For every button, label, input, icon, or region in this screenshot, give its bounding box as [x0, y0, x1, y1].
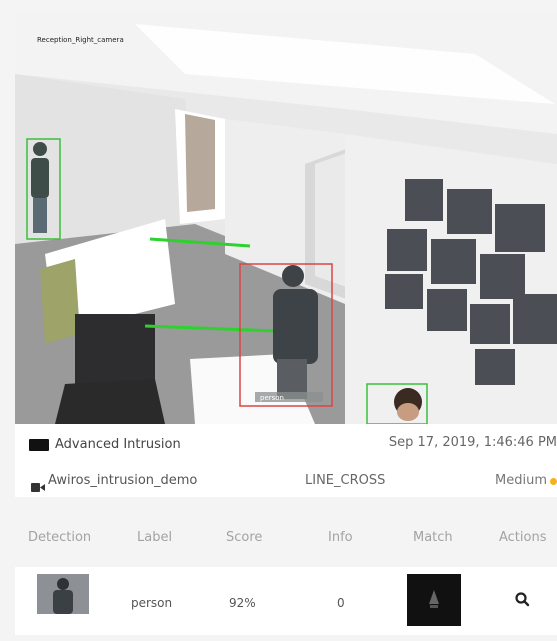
header-detection: Detection: [28, 530, 92, 545]
detection-table-header: Detection Label Score Info Match Actions: [15, 518, 557, 558]
alert-header: Advanced Intrusion Sep 17, 2019, 1:46:46…: [15, 430, 557, 460]
header-info: Info: [328, 530, 353, 545]
table-row: person 92% 0: [15, 567, 557, 635]
bbox-label-text: person: [260, 394, 284, 402]
camera-name: Awiros_intrusion_demo: [48, 473, 198, 488]
severity-label: Medium: [495, 473, 547, 488]
header-match: Match: [413, 530, 453, 545]
alert-title: Advanced Intrusion: [55, 437, 181, 452]
match-thumbnail[interactable]: [407, 574, 461, 626]
alert-timestamp: Sep 17, 2019, 1:46:46 PM: [388, 435, 557, 450]
alert-type-icon: [29, 439, 49, 451]
row-info: 0: [337, 596, 345, 610]
video-camera-icon: [31, 477, 45, 496]
header-label: Label: [137, 530, 173, 545]
row-label: person: [131, 596, 173, 610]
camera-overlay-text: Reception_Right_camera: [37, 36, 124, 44]
row-score: 92%: [229, 596, 256, 610]
alert-details: Awiros_intrusion_demo LINE_CROSS Medium: [15, 466, 557, 496]
search-icon[interactable]: [513, 590, 533, 610]
camera-snapshot: person Reception_Right_camera: [15, 14, 557, 424]
header-score: Score: [226, 530, 263, 545]
event-type: LINE_CROSS: [305, 473, 386, 488]
severity-dot: [550, 478, 557, 485]
detection-thumbnail[interactable]: [37, 574, 89, 614]
header-actions: Actions: [499, 530, 547, 545]
